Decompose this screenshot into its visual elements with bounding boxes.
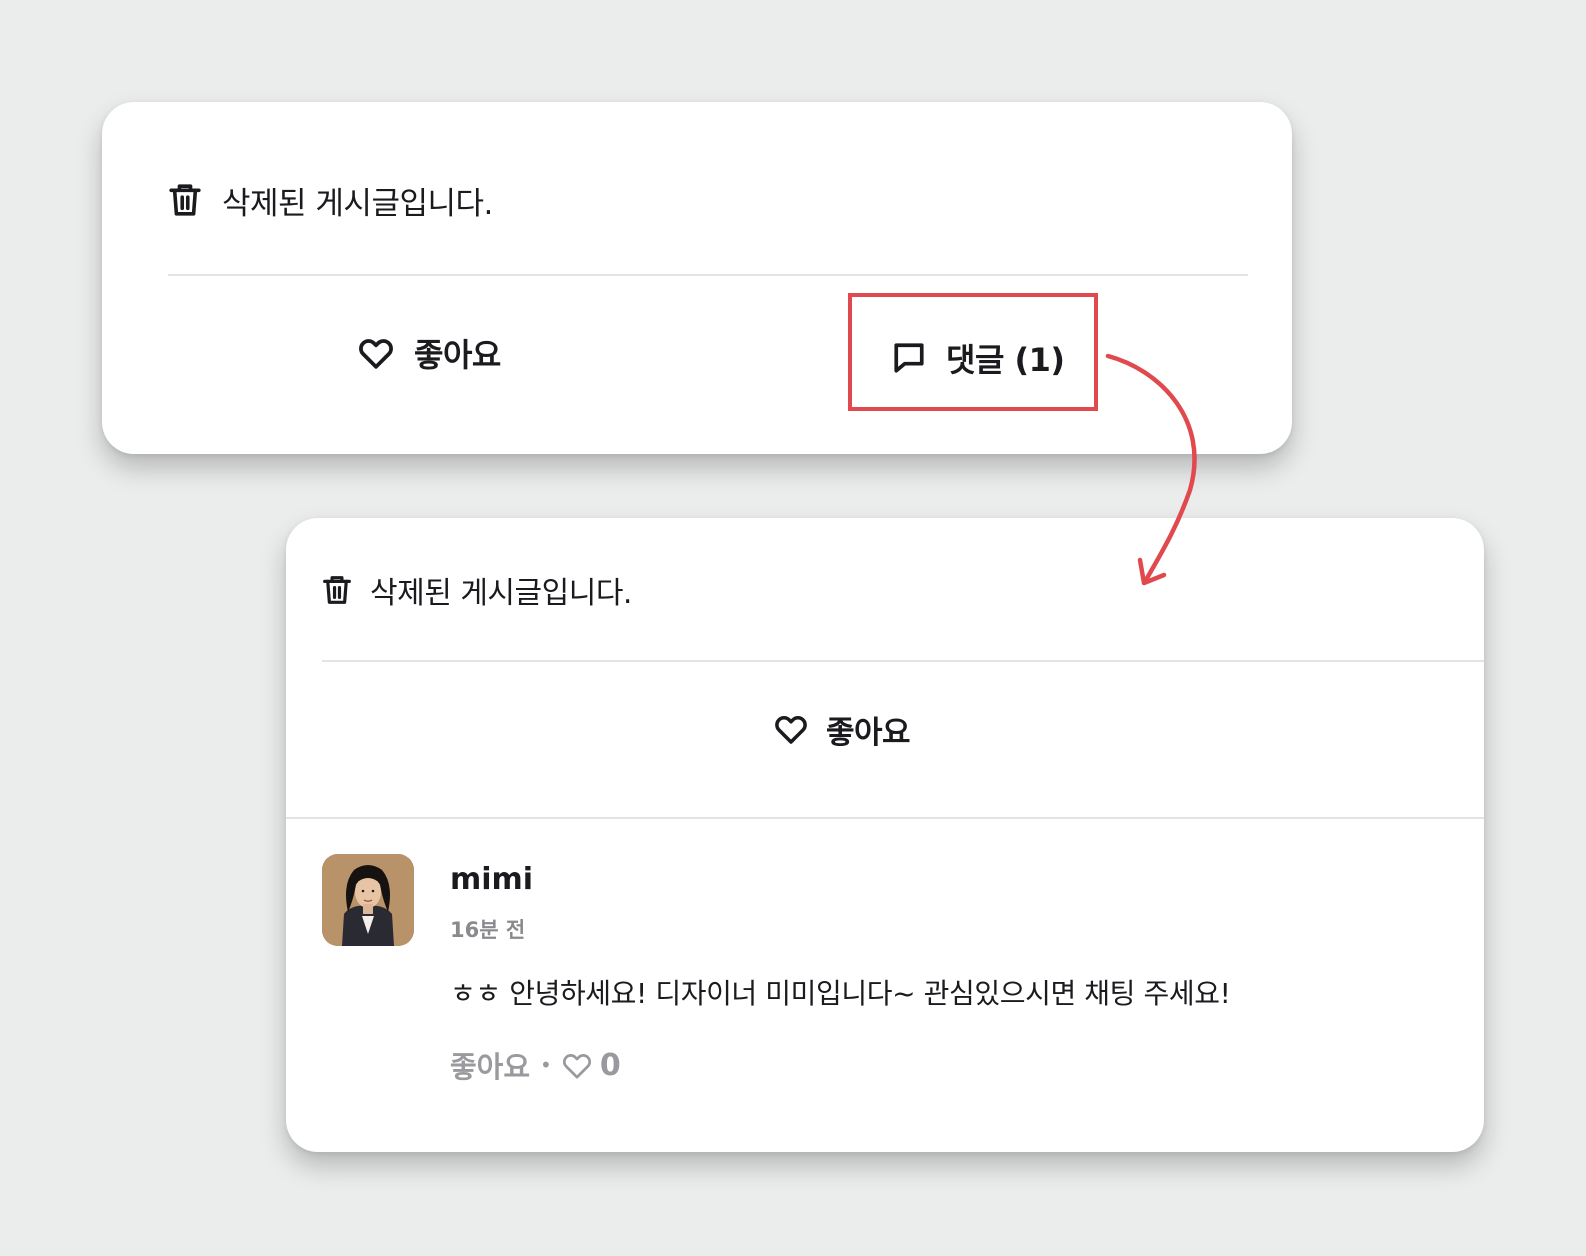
separator-dot: • [540, 1053, 552, 1077]
heart-icon [358, 337, 394, 369]
heart-icon [774, 714, 808, 744]
deleted-message: 삭제된 게시글입니다. [370, 576, 632, 611]
comment-label: 댓글 (1) [946, 341, 1065, 379]
like-button[interactable]: 좋아요 [358, 328, 501, 378]
deleted-message: 삭제된 게시글입니다. [222, 185, 493, 222]
comment-like-count: 0 [599, 1047, 621, 1083]
like-label: 좋아요 [414, 336, 501, 374]
comment-text: ㅎㅎ 안녕하세요! 디자이너 미미입니다~ 관심있으시면 채팅 주세요! [450, 977, 1231, 1010]
like-button[interactable]: 좋아요 [774, 704, 911, 754]
trash-icon [322, 574, 352, 606]
trash-icon [168, 182, 202, 218]
comment-meta: 좋아요 • 0 [450, 1044, 621, 1086]
avatar[interactable] [322, 854, 414, 946]
deleted-notice: 삭제된 게시글입니다. [168, 178, 493, 222]
heart-icon [562, 1052, 592, 1079]
deleted-post-card-expanded: 삭제된 게시글입니다. 좋아요 mimi 16분 전 ㅎㅎ 안녕하세요! 디자이… [286, 518, 1484, 1152]
like-label: 좋아요 [826, 714, 911, 751]
comment-like-button[interactable]: 좋아요 [450, 1044, 530, 1086]
divider [168, 274, 1248, 276]
deleted-post-card-collapsed: 삭제된 게시글입니다. 좋아요 [102, 102, 1292, 454]
comment-bubble-icon [892, 341, 926, 375]
deleted-notice: 삭제된 게시글입니다. [322, 568, 632, 612]
comment-time: 16분 전 [450, 918, 526, 942]
divider [286, 817, 1484, 819]
comment-author[interactable]: mimi [450, 862, 533, 897]
divider [322, 660, 1484, 662]
comment-button[interactable]: 댓글 (1) [848, 293, 1098, 411]
